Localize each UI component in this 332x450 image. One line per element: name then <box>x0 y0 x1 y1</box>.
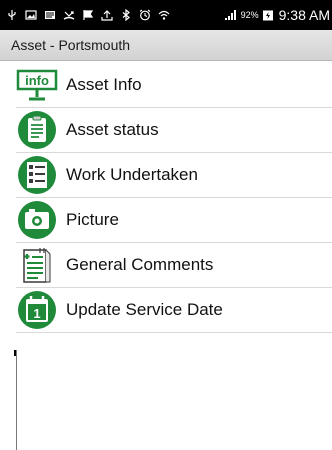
upload-icon <box>101 9 113 21</box>
flag-icon <box>82 9 94 21</box>
menu-item-asset-info[interactable]: info Asset Info <box>16 63 332 108</box>
notification-icons <box>6 9 224 21</box>
bluetooth-icon <box>120 9 132 21</box>
menu-item-label: Update Service Date <box>66 300 223 319</box>
left-divider <box>16 350 17 450</box>
menu-item-update-service-date[interactable]: 1 Update Service Date <box>16 288 332 333</box>
checklist-icon <box>16 154 58 196</box>
battery-percent: 92% <box>240 10 259 20</box>
calendar-icon: 1 <box>16 289 58 331</box>
menu-item-asset-status[interactable]: Asset status <box>16 108 332 153</box>
calendar-day-text: 1 <box>33 306 40 321</box>
menu-list: info Asset Info Asset status Work Undert… <box>16 63 332 333</box>
menu-item-picture[interactable]: Picture <box>16 198 332 243</box>
missed-call-icon <box>63 9 75 21</box>
menu-item-label: Asset status <box>66 120 159 139</box>
message-icon <box>44 9 56 21</box>
menu-item-label: Work Undertaken <box>66 165 198 184</box>
info-icon: info <box>16 64 58 106</box>
usb-icon <box>6 9 18 21</box>
camera-icon <box>16 199 58 241</box>
app-screen: 92% 9:38 AM Asset - Portsmouth info Asse… <box>0 0 332 450</box>
info-icon-text: info <box>25 73 49 88</box>
menu-item-label: Picture <box>66 210 119 229</box>
signal-icon <box>224 9 238 21</box>
image-icon <box>25 9 37 21</box>
status-bar: 92% 9:38 AM <box>0 0 332 30</box>
title-bar: Asset - Portsmouth <box>0 30 332 61</box>
menu-item-general-comments[interactable]: General Comments <box>16 243 332 288</box>
notepad-icon <box>16 244 58 286</box>
menu-item-label: General Comments <box>66 255 214 274</box>
status-right: 92% 9:38 AM <box>224 7 330 23</box>
alarm-icon <box>139 9 151 21</box>
menu-item-label: Asset Info <box>66 75 142 94</box>
page-title: Asset - Portsmouth <box>11 37 131 53</box>
battery-charging-icon <box>262 9 274 21</box>
wifi-icon <box>158 9 170 21</box>
clipboard-icon <box>16 109 58 151</box>
clock: 9:38 AM <box>278 7 330 23</box>
menu-item-work-undertaken[interactable]: Work Undertaken <box>16 153 332 198</box>
